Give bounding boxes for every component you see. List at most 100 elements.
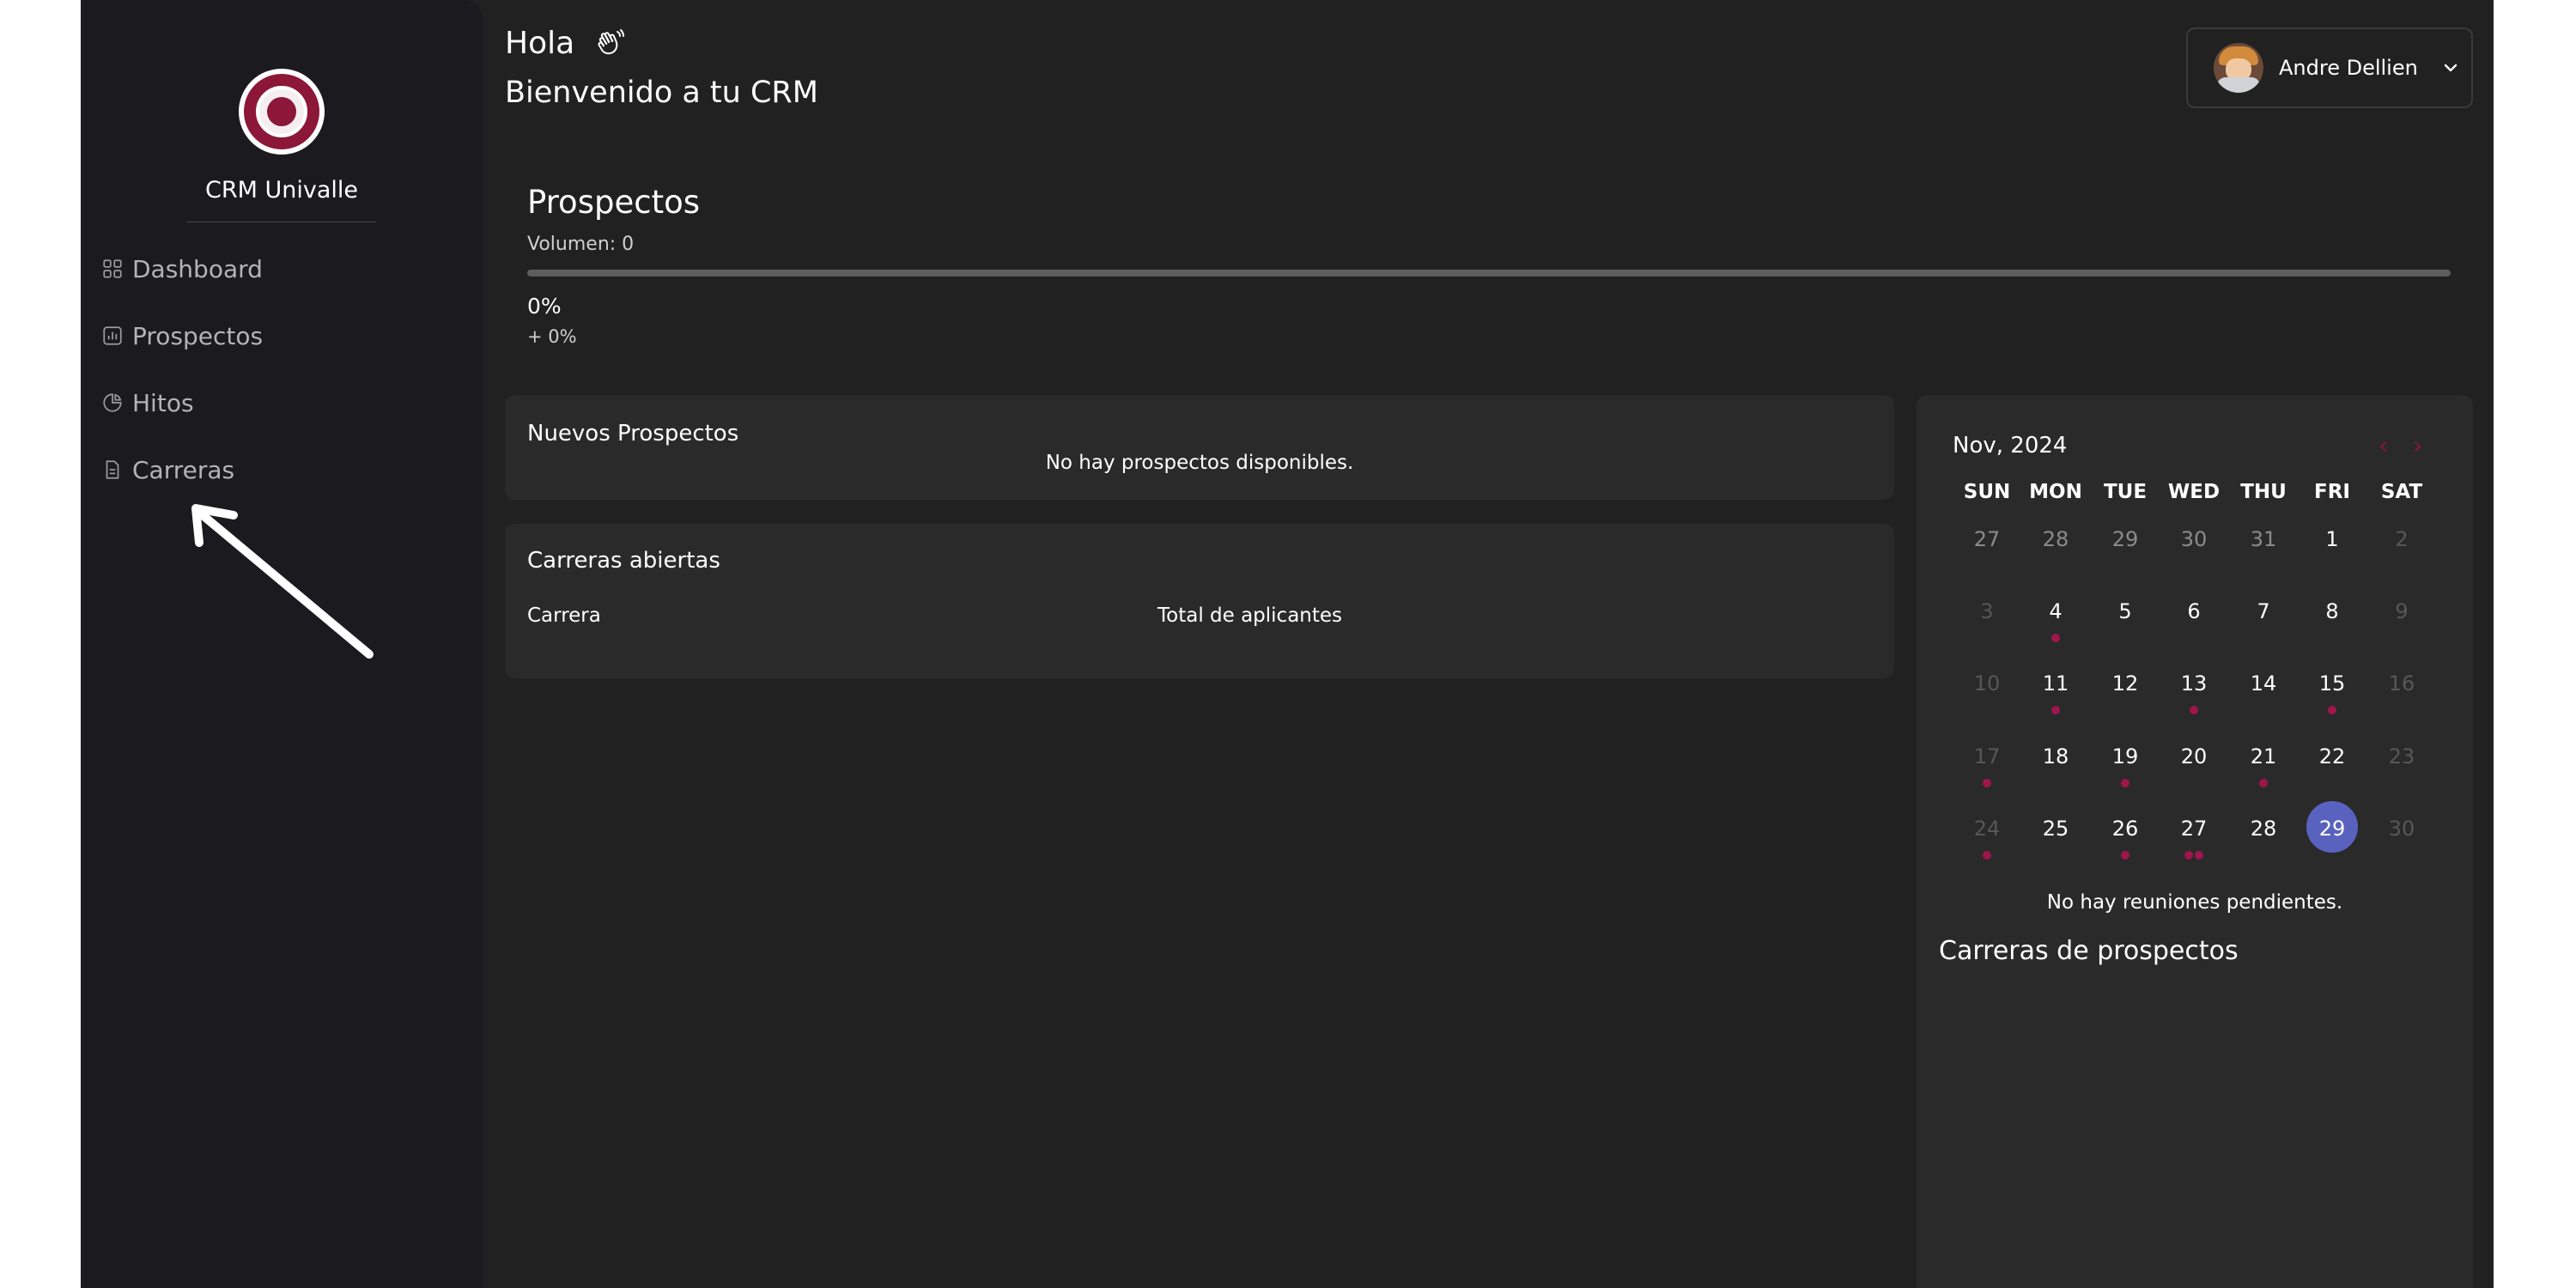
calendar-day[interactable]: 5 xyxy=(2091,599,2160,623)
calendar-day-number: 17 xyxy=(1973,744,2001,769)
sidebar-item-prospectos[interactable]: Prospectos xyxy=(101,317,263,355)
calendar-day[interactable]: 27 xyxy=(2160,817,2228,841)
sidebar-item-dashboard[interactable]: Dashboard xyxy=(101,250,263,288)
event-dot xyxy=(2184,851,2193,860)
calendar-day[interactable]: 26 xyxy=(2091,817,2160,841)
avatar xyxy=(2214,43,2263,93)
calendar-day-number: 30 xyxy=(2180,527,2208,551)
calendar-day-number: 14 xyxy=(2250,671,2277,696)
calendar-day[interactable]: 9 xyxy=(2367,599,2436,623)
calendar-day[interactable]: 20 xyxy=(2160,744,2228,769)
calendar-day[interactable]: 8 xyxy=(2298,599,2366,623)
calendar-day-number: 15 xyxy=(2318,671,2346,696)
calendar-day-number: 29 xyxy=(2111,527,2139,551)
app-window: CRM Univalle Dashboard Prospectos Hitos xyxy=(81,0,2494,1288)
calendar-day-number: 18 xyxy=(2042,744,2069,769)
sidebar-item-hitos[interactable]: Hitos xyxy=(101,384,194,422)
event-dot xyxy=(2328,706,2336,714)
calendar-day[interactable]: 11 xyxy=(2021,671,2090,696)
calendar-day[interactable]: 10 xyxy=(1953,671,2021,696)
calendar-day-number: 3 xyxy=(1980,599,1994,623)
calendar-day[interactable]: 21 xyxy=(2229,744,2298,769)
calendar-day[interactable]: 6 xyxy=(2160,599,2228,623)
calendar-day[interactable]: 31 xyxy=(2229,527,2298,551)
chevron-down-icon xyxy=(2444,64,2458,72)
card-title: Nuevos Prospectos xyxy=(527,421,739,447)
calendar-day[interactable]: 24 xyxy=(1953,817,2021,841)
calendar-day-number: 22 xyxy=(2318,744,2346,769)
calendar-day-number: 5 xyxy=(2118,599,2132,623)
calendar-day[interactable]: 30 xyxy=(2160,527,2228,551)
column-header-total: Total de aplicantes xyxy=(1157,605,1343,627)
calendar-day[interactable]: 1 xyxy=(2298,527,2366,551)
calendar-day[interactable]: 17 xyxy=(1953,744,2021,769)
calendar-day[interactable]: 23 xyxy=(2367,744,2436,769)
calendar-day-number: 7 xyxy=(2257,599,2270,623)
carreras-abiertas-card: Carreras abiertas Carrera Total de aplic… xyxy=(505,524,1894,678)
waving-hand-icon xyxy=(598,28,625,54)
calendar-day-number: 9 xyxy=(2395,599,2409,623)
calendar-day-number: 12 xyxy=(2111,671,2139,696)
prospectos-progress-bar xyxy=(527,270,2451,276)
sidebar: CRM Univalle Dashboard Prospectos Hitos xyxy=(81,0,483,1288)
calendar-day[interactable]: 22 xyxy=(2298,744,2366,769)
empty-message: No hay prospectos disponibles. xyxy=(1045,452,1354,474)
calendar-day-number: 4 xyxy=(2049,599,2063,623)
sidebar-item-label: Hitos xyxy=(132,388,194,417)
card-title: Carreras abiertas xyxy=(527,548,720,574)
column-header-carrera: Carrera xyxy=(527,605,601,627)
event-dot xyxy=(2121,851,2129,860)
calendar-day-number: 21 xyxy=(2250,744,2277,769)
calendar-day-number: 29 xyxy=(2318,817,2346,841)
prospectos-volume: Volumen: 0 xyxy=(527,234,635,255)
event-dot xyxy=(2190,706,2198,714)
calendar-day[interactable]: 29 xyxy=(2091,527,2160,551)
calendar-day-number: 24 xyxy=(1973,817,2001,841)
calendar-day[interactable]: 27 xyxy=(1953,527,2021,551)
calendar-day[interactable]: 4 xyxy=(2021,599,2090,623)
calendar-day[interactable]: 15 xyxy=(2298,671,2366,696)
brand-name: CRM Univalle xyxy=(204,177,358,204)
calendar-day[interactable]: 3 xyxy=(1953,599,2021,623)
calendar-day-number: 10 xyxy=(1973,671,2001,696)
calendar-day[interactable]: 16 xyxy=(2367,671,2436,696)
chart-icon xyxy=(103,326,122,345)
univalle-logo xyxy=(239,69,325,155)
calendar-day[interactable]: 28 xyxy=(2021,527,2090,551)
calendar-day[interactable]: 12 xyxy=(2091,671,2160,696)
calendar-day[interactable]: 29 xyxy=(2298,801,2366,853)
calendar-day[interactable]: 30 xyxy=(2367,817,2436,841)
prospectos-title: Prospectos xyxy=(527,184,700,221)
event-dot xyxy=(2121,779,2129,787)
sidebar-item-label: Dashboard xyxy=(132,254,263,283)
calendar-day-number: 20 xyxy=(2180,744,2208,769)
sidebar-item-carreras[interactable]: Carreras xyxy=(101,451,234,489)
sidebar-item-label: Carreras xyxy=(132,455,235,484)
calendar-day[interactable]: 25 xyxy=(2021,817,2090,841)
user-name: Andre Dellien xyxy=(2279,56,2418,80)
calendar-day[interactable]: 2 xyxy=(2367,527,2436,551)
calendar-day-number: 26 xyxy=(2111,817,2139,841)
calendar-day-number: 16 xyxy=(2388,671,2415,696)
greeting: Hola xyxy=(505,26,628,61)
carreras-prospectos-title: Carreras de prospectos xyxy=(1939,936,2239,966)
calendar-day[interactable]: 28 xyxy=(2229,817,2298,841)
sidebar-item-label: Prospectos xyxy=(132,321,264,350)
calendar-day[interactable]: 18 xyxy=(2021,744,2090,769)
event-dot xyxy=(1983,779,1991,787)
calendar-day[interactable]: 13 xyxy=(2160,671,2228,696)
event-dot xyxy=(1983,851,1991,860)
event-dot xyxy=(2259,779,2268,787)
calendar-day-number: 28 xyxy=(2250,817,2277,841)
calendar-day-number: 30 xyxy=(2388,817,2415,841)
calendar-day-number: 27 xyxy=(1973,527,2001,551)
calendar-day-number: 8 xyxy=(2325,599,2339,623)
prospectos-percent: 0% xyxy=(527,294,562,319)
calendar-day[interactable]: 19 xyxy=(2091,744,2160,769)
pie-chart-icon xyxy=(103,393,122,412)
user-menu[interactable]: Andre Dellien xyxy=(2186,27,2473,108)
event-dot xyxy=(2195,851,2203,860)
calendar-day[interactable]: 7 xyxy=(2229,599,2298,623)
calendar-day[interactable]: 14 xyxy=(2229,671,2298,696)
event-dot xyxy=(2051,634,2060,642)
